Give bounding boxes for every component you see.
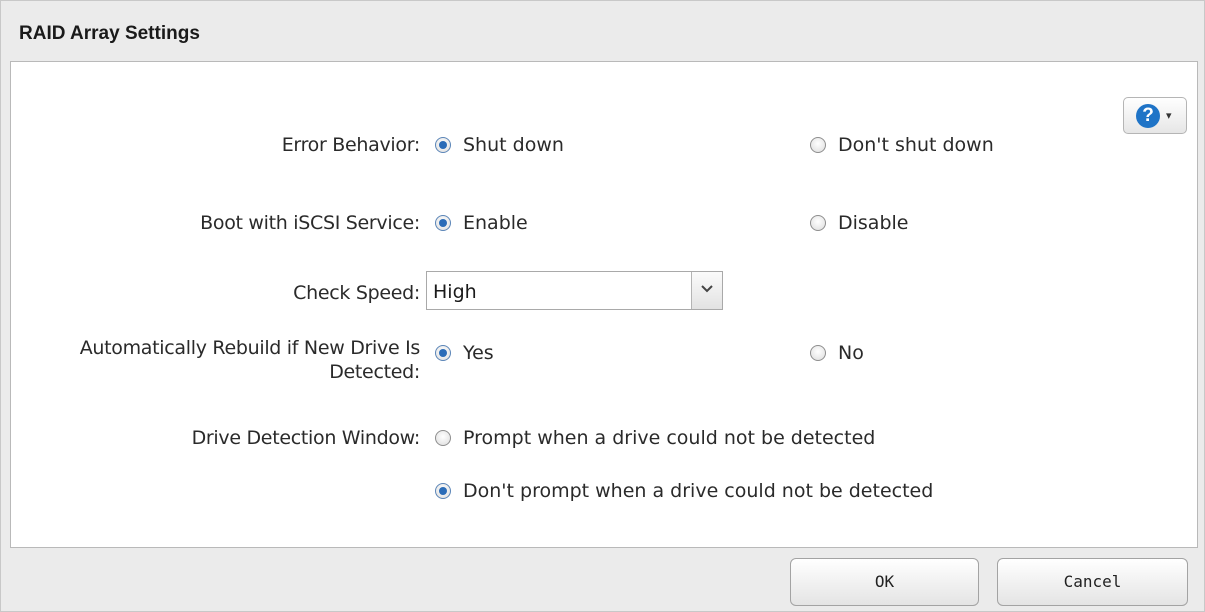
error-behavior-shutdown-radio[interactable]: Shut down xyxy=(435,134,564,156)
check-speed-value: High xyxy=(433,281,477,303)
radio-indicator xyxy=(435,483,451,499)
radio-label: Enable xyxy=(463,212,528,234)
check-speed-label: Check Speed: xyxy=(293,282,420,304)
help-icon: ? xyxy=(1136,104,1160,128)
radio-indicator xyxy=(810,345,826,361)
chevron-down-icon: ▾ xyxy=(1166,109,1172,122)
dialog-title: RAID Array Settings xyxy=(19,23,200,44)
dropdown-arrow-icon xyxy=(691,272,722,309)
check-speed-select[interactable]: High xyxy=(426,271,723,310)
radio-label: Disable xyxy=(838,212,909,234)
radio-indicator xyxy=(435,345,451,361)
radio-label: Don't prompt when a drive could not be d… xyxy=(463,480,934,502)
drive-detection-prompt-radio[interactable]: Prompt when a drive could not be detecte… xyxy=(435,427,875,449)
auto-rebuild-label: Automatically Rebuild if New Drive Is De… xyxy=(79,336,421,384)
iscsi-disable-radio[interactable]: Disable xyxy=(810,212,908,234)
iscsi-label: Boot with iSCSI Service: xyxy=(200,212,420,234)
radio-label: No xyxy=(838,342,864,364)
auto-rebuild-label-line2: Detected: xyxy=(329,361,420,383)
radio-indicator xyxy=(435,137,451,153)
help-button[interactable]: ? ▾ xyxy=(1123,97,1187,134)
dialog-titlebar: RAID Array Settings xyxy=(1,1,1204,61)
radio-indicator xyxy=(810,137,826,153)
radio-label: Don't shut down xyxy=(838,134,994,156)
radio-label: Shut down xyxy=(463,134,564,156)
auto-rebuild-yes-radio[interactable]: Yes xyxy=(435,342,494,364)
auto-rebuild-label-line1: Automatically Rebuild if New Drive Is xyxy=(79,337,421,359)
raid-settings-dialog: RAID Array Settings ? ▾ Error Behavior: … xyxy=(0,0,1205,612)
iscsi-enable-radio[interactable]: Enable xyxy=(435,212,528,234)
cancel-button[interactable]: Cancel xyxy=(997,558,1188,606)
drive-detection-label: Drive Detection Window: xyxy=(191,427,421,449)
radio-indicator xyxy=(810,215,826,231)
radio-label: Yes xyxy=(463,342,494,364)
radio-indicator xyxy=(435,215,451,231)
drive-detection-dont-prompt-radio[interactable]: Don't prompt when a drive could not be d… xyxy=(435,480,933,502)
radio-indicator xyxy=(435,430,451,446)
ok-button[interactable]: OK xyxy=(790,558,979,606)
auto-rebuild-no-radio[interactable]: No xyxy=(810,342,864,364)
radio-label: Prompt when a drive could not be detecte… xyxy=(463,427,876,449)
error-behavior-label: Error Behavior: xyxy=(281,134,421,156)
error-behavior-dont-shutdown-radio[interactable]: Don't shut down xyxy=(810,134,994,156)
